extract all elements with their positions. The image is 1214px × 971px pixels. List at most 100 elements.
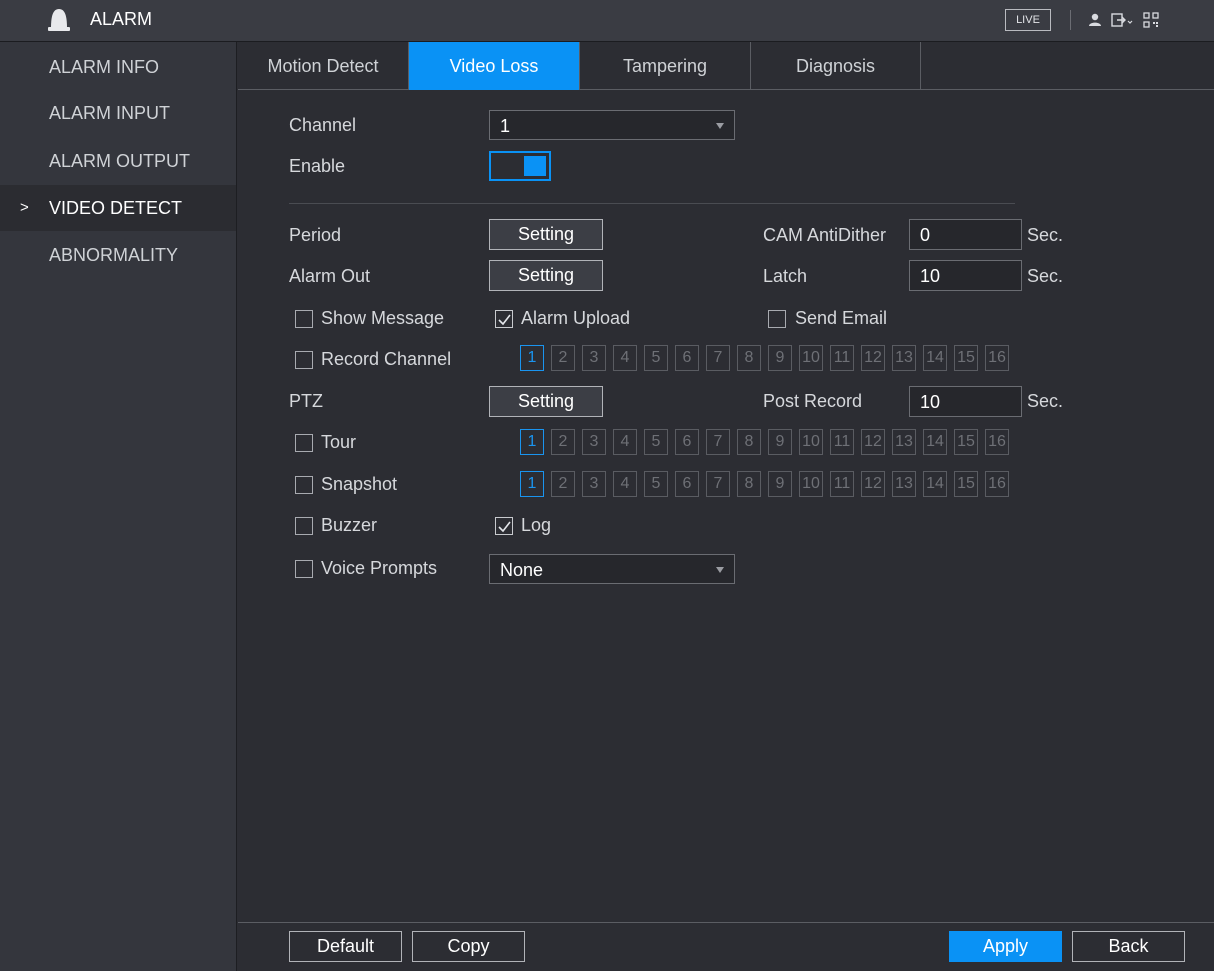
channel-1-button[interactable]: 1 <box>520 429 544 455</box>
tab-diagnosis[interactable]: Diagnosis <box>751 42 921 90</box>
voice-prompts-select[interactable]: None <box>489 554 735 584</box>
channel-10-button[interactable]: 10 <box>799 429 823 455</box>
channel-13-button[interactable]: 13 <box>892 429 916 455</box>
latch-label: Latch <box>763 266 808 286</box>
sidebar-item-video-detect[interactable]: > VIDEO DETECT <box>0 185 236 231</box>
channel-6-button[interactable]: 6 <box>675 345 699 371</box>
channel-15-button[interactable]: 15 <box>954 345 978 371</box>
show-message-label: Show Message <box>321 308 445 328</box>
sidebar-item-alarm-input[interactable]: ALARM INPUT <box>0 90 236 136</box>
ptz-setting-button[interactable]: Setting <box>489 386 603 417</box>
channel-16-button[interactable]: 16 <box>985 429 1009 455</box>
voice-prompts-select-value: None <box>500 560 544 580</box>
sidebar-item-abnormality[interactable]: ABNORMALITY <box>0 232 236 278</box>
period-setting-button[interactable]: Setting <box>489 219 603 250</box>
post-record-label: Post Record <box>763 391 863 411</box>
buzzer-label: Buzzer <box>321 515 378 535</box>
cam-antidither-value: 0 <box>920 225 931 245</box>
channel-11-button[interactable]: 11 <box>830 429 854 455</box>
show-message-checkbox[interactable] <box>295 310 313 328</box>
channel-15-button[interactable]: 15 <box>954 471 978 497</box>
channel-16-button[interactable]: 16 <box>985 345 1009 371</box>
channel-8-button[interactable]: 8 <box>737 429 761 455</box>
back-button[interactable]: Back <box>1072 931 1185 962</box>
alarm-upload-checkbox[interactable] <box>495 310 513 328</box>
send-email-checkbox[interactable] <box>768 310 786 328</box>
channel-11-button[interactable]: 11 <box>830 345 854 371</box>
channel-1-button[interactable]: 1 <box>520 345 544 371</box>
channel-7-button[interactable]: 7 <box>706 429 730 455</box>
channel-2-button[interactable]: 2 <box>551 471 575 497</box>
log-checkbox[interactable] <box>495 517 513 535</box>
snapshot-checkbox[interactable] <box>295 476 313 494</box>
latch-unit: Sec. <box>1027 266 1064 286</box>
sidebar-item-alarm-output[interactable]: ALARM OUTPUT <box>0 138 236 184</box>
channel-16-button[interactable]: 16 <box>985 471 1009 497</box>
tab-tampering[interactable]: Tampering <box>580 42 751 90</box>
voice-prompts-checkbox[interactable] <box>295 560 313 578</box>
send-email-label: Send Email <box>795 308 888 328</box>
channel-12-button[interactable]: 12 <box>861 345 885 371</box>
record-channel-checkbox[interactable] <box>295 351 313 369</box>
sidebar-item-label: ABNORMALITY <box>49 245 179 265</box>
channel-7-button[interactable]: 7 <box>706 471 730 497</box>
checkmark-icon <box>498 314 511 326</box>
channel-3-button[interactable]: 3 <box>582 429 606 455</box>
chevron-down-icon <box>716 567 724 573</box>
channel-8-button[interactable]: 8 <box>737 345 761 371</box>
live-button[interactable]: LIVE <box>1005 9 1051 31</box>
channel-select[interactable]: 1 <box>489 110 735 140</box>
channel-5-button[interactable]: 5 <box>644 471 668 497</box>
channel-9-button[interactable]: 9 <box>768 471 792 497</box>
tour-checkbox[interactable] <box>295 434 313 452</box>
channel-4-button[interactable]: 4 <box>613 345 637 371</box>
channel-6-button[interactable]: 6 <box>675 471 699 497</box>
sidebar-item-alarm-info[interactable]: ALARM INFO <box>0 44 236 90</box>
channel-7-button[interactable]: 7 <box>706 345 730 371</box>
tab-motion-detect[interactable]: Motion Detect <box>238 42 409 90</box>
channel-10-button[interactable]: 10 <box>799 471 823 497</box>
channel-14-button[interactable]: 14 <box>923 471 947 497</box>
channel-11-button[interactable]: 11 <box>830 471 854 497</box>
channel-2-button[interactable]: 2 <box>551 429 575 455</box>
cam-antidither-label: CAM AntiDither <box>763 225 887 245</box>
sidebar-item-label: ALARM OUTPUT <box>49 151 191 171</box>
channel-10-button[interactable]: 10 <box>799 345 823 371</box>
channel-4-button[interactable]: 4 <box>613 429 637 455</box>
latch-input[interactable]: 10 <box>909 260 1022 291</box>
cam-antidither-input[interactable]: 0 <box>909 219 1022 250</box>
channel-3-button[interactable]: 3 <box>582 345 606 371</box>
apply-button[interactable]: Apply <box>949 931 1062 962</box>
channel-8-button[interactable]: 8 <box>737 471 761 497</box>
channel-14-button[interactable]: 14 <box>923 345 947 371</box>
channel-5-button[interactable]: 5 <box>644 429 668 455</box>
post-record-input[interactable]: 10 <box>909 386 1022 417</box>
channel-label: Channel <box>289 115 357 135</box>
channel-12-button[interactable]: 12 <box>861 429 885 455</box>
alarm-out-setting-button[interactable]: Setting <box>489 260 603 291</box>
enable-toggle[interactable] <box>489 151 551 181</box>
channel-9-button[interactable]: 9 <box>768 345 792 371</box>
channel-3-button[interactable]: 3 <box>582 471 606 497</box>
channel-6-button[interactable]: 6 <box>675 429 699 455</box>
user-icon[interactable] <box>1086 11 1104 29</box>
tab-video-loss[interactable]: Video Loss <box>409 42 580 90</box>
channel-13-button[interactable]: 13 <box>892 471 916 497</box>
channel-13-button[interactable]: 13 <box>892 345 916 371</box>
channel-12-button[interactable]: 12 <box>861 471 885 497</box>
channel-14-button[interactable]: 14 <box>923 429 947 455</box>
sidebar: ALARM INFO ALARM INPUT ALARM OUTPUT > VI… <box>0 42 237 971</box>
logout-icon[interactable] <box>1110 11 1134 29</box>
channel-1-button[interactable]: 1 <box>520 471 544 497</box>
channel-15-button[interactable]: 15 <box>954 429 978 455</box>
sidebar-item-label: ALARM INFO <box>49 57 160 77</box>
channel-9-button[interactable]: 9 <box>768 429 792 455</box>
default-button[interactable]: Default <box>289 931 402 962</box>
qr-code-icon[interactable] <box>1142 11 1160 29</box>
buzzer-checkbox[interactable] <box>295 517 313 535</box>
copy-button[interactable]: Copy <box>412 931 525 962</box>
channel-2-button[interactable]: 2 <box>551 345 575 371</box>
chevron-down-icon <box>716 123 724 129</box>
channel-4-button[interactable]: 4 <box>613 471 637 497</box>
channel-5-button[interactable]: 5 <box>644 345 668 371</box>
